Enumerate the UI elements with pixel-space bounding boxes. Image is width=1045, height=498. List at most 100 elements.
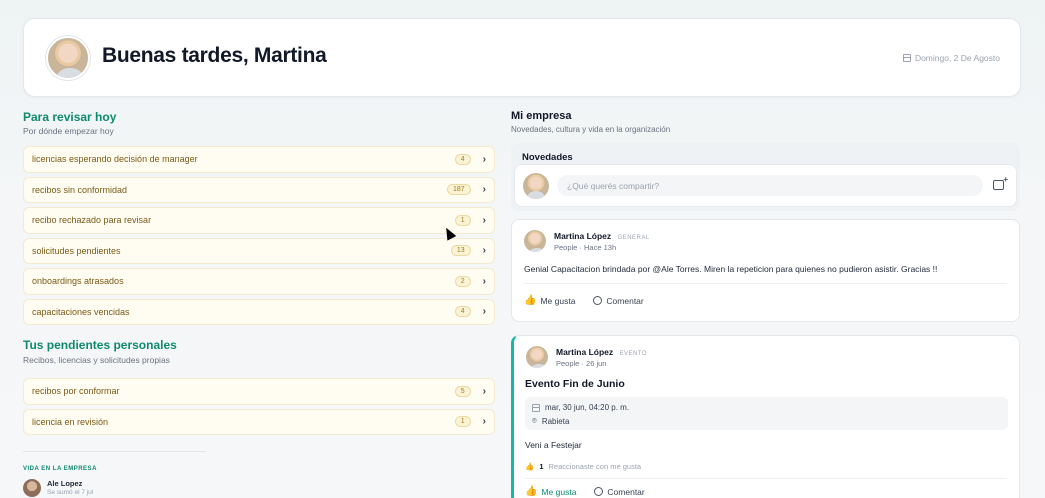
post-card: Martina López GENERAL People · Hace 13h … bbox=[511, 219, 1020, 322]
add-image-icon[interactable] bbox=[993, 175, 1008, 190]
avatar bbox=[23, 479, 41, 497]
task-label: licencias esperando decisión de manager bbox=[32, 154, 198, 165]
task-label: recibos sin conformidad bbox=[32, 184, 128, 195]
post-meta: People · 26 jun bbox=[556, 358, 607, 368]
chevron-right-icon: › bbox=[482, 214, 486, 226]
review-list: licencias esperando decisión de manager … bbox=[23, 146, 495, 325]
empresa-subtitle: Novedades, cultura y vida en la organiza… bbox=[511, 125, 671, 134]
post-header: Martina López EVENTO People · 26 jun bbox=[526, 346, 647, 368]
like-button[interactable]: 👍 Me gusta bbox=[525, 486, 576, 497]
like-label: Me gusta bbox=[540, 295, 576, 306]
task-label: solicitudes pendientes bbox=[32, 245, 121, 256]
comment-icon bbox=[593, 296, 603, 305]
vida-sub: Se sumó el 7 jul bbox=[47, 489, 94, 496]
personal-item-recibos[interactable]: recibos por conformar 5 › bbox=[23, 378, 495, 405]
like-label: Me gusta bbox=[541, 486, 577, 497]
post-author[interactable]: Martina López bbox=[556, 347, 613, 357]
post-body: Veni a Festejar bbox=[525, 440, 582, 450]
date-text: Domingo, 2 De Agosto bbox=[914, 53, 1000, 63]
event-where-row: ⌾ Rabieta bbox=[532, 416, 1001, 426]
chevron-right-icon: › bbox=[482, 275, 486, 287]
post-author-line: Martina López EVENTO bbox=[556, 347, 647, 357]
reaction-summary: 👍 1 Reaccionaste con me gusta bbox=[525, 462, 641, 471]
post-header: Martina López GENERAL People · Hace 13h bbox=[524, 230, 650, 252]
greeting-card: Buenas tardes, Martina Domingo, 2 De Ago… bbox=[23, 18, 1021, 97]
post-composer: ¿Qué querés compartir? bbox=[514, 164, 1017, 207]
personal-subtitle: Recibos, licencias y solicitudes propias bbox=[23, 355, 170, 365]
empresa-section: Mi empresa Novedades, cultura y vida en … bbox=[511, 110, 1020, 134]
review-section: Para revisar hoy Por dónde empezar hoy l… bbox=[23, 110, 495, 325]
event-title: Evento Fin de Junio bbox=[525, 378, 625, 390]
composer-input[interactable]: ¿Qué querés compartir? bbox=[557, 175, 983, 196]
vida-name: Ale Lopez bbox=[47, 479, 83, 488]
empresa-title: Mi empresa bbox=[511, 110, 572, 122]
reaction-count: 1 bbox=[539, 462, 544, 471]
like-button[interactable]: 👍 Me gusta bbox=[524, 295, 575, 306]
calendar-icon bbox=[532, 403, 540, 412]
count-badge: 4 bbox=[454, 306, 471, 318]
personal-item-licencia[interactable]: licencia en revisión 1 › bbox=[23, 408, 495, 435]
post-author[interactable]: Martina López bbox=[554, 231, 611, 241]
thumbs-up-icon: 👍 bbox=[525, 486, 538, 497]
event-post-card: Martina López EVENTO People · 26 jun Eve… bbox=[511, 335, 1020, 498]
count-badge: 1 bbox=[454, 416, 471, 428]
review-item-capacitaciones[interactable]: capacitaciones vencidas 4 › bbox=[23, 298, 495, 325]
review-item-recibo-rechazado[interactable]: recibo rechazado para revisar 1 › bbox=[23, 207, 495, 234]
novedades-box: Novedades ¿Qué querés compartir? bbox=[511, 143, 1020, 211]
chevron-right-icon: › bbox=[482, 184, 486, 196]
chevron-right-icon: › bbox=[482, 153, 486, 165]
task-label: licencia en revisión bbox=[32, 416, 109, 427]
avatar bbox=[524, 230, 546, 252]
task-label: capacitaciones vencidas bbox=[32, 306, 130, 317]
count-badge: 5 bbox=[454, 385, 471, 397]
chevron-right-icon: › bbox=[482, 416, 486, 428]
post-meta: People · Hace 13h bbox=[554, 242, 617, 252]
review-subtitle: Por dónde empezar hoy bbox=[23, 126, 114, 136]
review-title: Para revisar hoy bbox=[23, 110, 117, 124]
novedades-label: Novedades bbox=[522, 152, 573, 163]
event-where: Rabieta bbox=[541, 416, 570, 426]
divider bbox=[23, 451, 206, 452]
count-badge: 4 bbox=[454, 153, 471, 165]
chevron-right-icon: › bbox=[482, 385, 486, 397]
count-badge: 187 bbox=[446, 184, 471, 196]
review-item-onboardings[interactable]: onboardings atrasados 2 › bbox=[23, 268, 495, 295]
vida-label: VIDA EN LA EMPRESA bbox=[23, 466, 97, 472]
comment-label: Comentar bbox=[606, 295, 644, 306]
thumbs-up-icon: 👍 bbox=[525, 462, 535, 471]
post-actions: 👍 Me gusta Comentar bbox=[524, 283, 1007, 306]
comment-icon bbox=[594, 487, 604, 496]
post-body: Genial Capacitacion brindada por @Ale To… bbox=[524, 264, 938, 274]
date-display: Domingo, 2 De Agosto bbox=[902, 53, 1000, 63]
event-when: mar, 30 jun, 04:20 p. m. bbox=[545, 403, 630, 412]
review-item-solicitudes[interactable]: solicitudes pendientes 13 › bbox=[23, 237, 495, 264]
event-when-row: mar, 30 jun, 04:20 p. m. bbox=[532, 403, 1001, 412]
count-badge: 13 bbox=[450, 245, 471, 257]
personal-section: Tus pendientes personales Recibos, licen… bbox=[23, 338, 495, 435]
post-author-line: Martina López GENERAL bbox=[554, 231, 650, 241]
thumbs-up-icon: 👍 bbox=[524, 295, 537, 306]
vida-item[interactable]: Ale Lopez Se sumó el 7 jul bbox=[23, 479, 93, 497]
post-actions: 👍 Me gusta Comentar bbox=[525, 478, 1007, 497]
chevron-right-icon: › bbox=[482, 245, 486, 257]
greeting-title: Buenas tardes, Martina bbox=[102, 44, 327, 67]
event-details: mar, 30 jun, 04:20 p. m. ⌾ Rabieta bbox=[525, 397, 1008, 430]
personal-list: recibos por conformar 5 › licencia en re… bbox=[23, 378, 495, 435]
reaction-text: Reaccionaste con me gusta bbox=[548, 462, 642, 471]
task-label: onboardings atrasados bbox=[32, 276, 124, 287]
post-tag: EVENTO bbox=[619, 350, 648, 357]
personal-title: Tus pendientes personales bbox=[23, 338, 177, 352]
review-item-recibos[interactable]: recibos sin conformidad 187 › bbox=[23, 176, 495, 203]
location-pin-icon: ⌾ bbox=[532, 416, 537, 425]
comment-label: Comentar bbox=[607, 486, 645, 497]
post-tag: GENERAL bbox=[617, 234, 650, 241]
comment-button[interactable]: Comentar bbox=[593, 295, 644, 306]
user-avatar[interactable] bbox=[46, 36, 90, 80]
calendar-icon bbox=[902, 54, 911, 62]
comment-button[interactable]: Comentar bbox=[594, 486, 645, 497]
count-badge: 2 bbox=[454, 275, 471, 287]
count-badge: 1 bbox=[454, 214, 471, 226]
task-label: recibo rechazado para revisar bbox=[32, 215, 152, 226]
avatar bbox=[523, 173, 549, 199]
review-item-licencias[interactable]: licencias esperando decisión de manager … bbox=[23, 146, 495, 173]
